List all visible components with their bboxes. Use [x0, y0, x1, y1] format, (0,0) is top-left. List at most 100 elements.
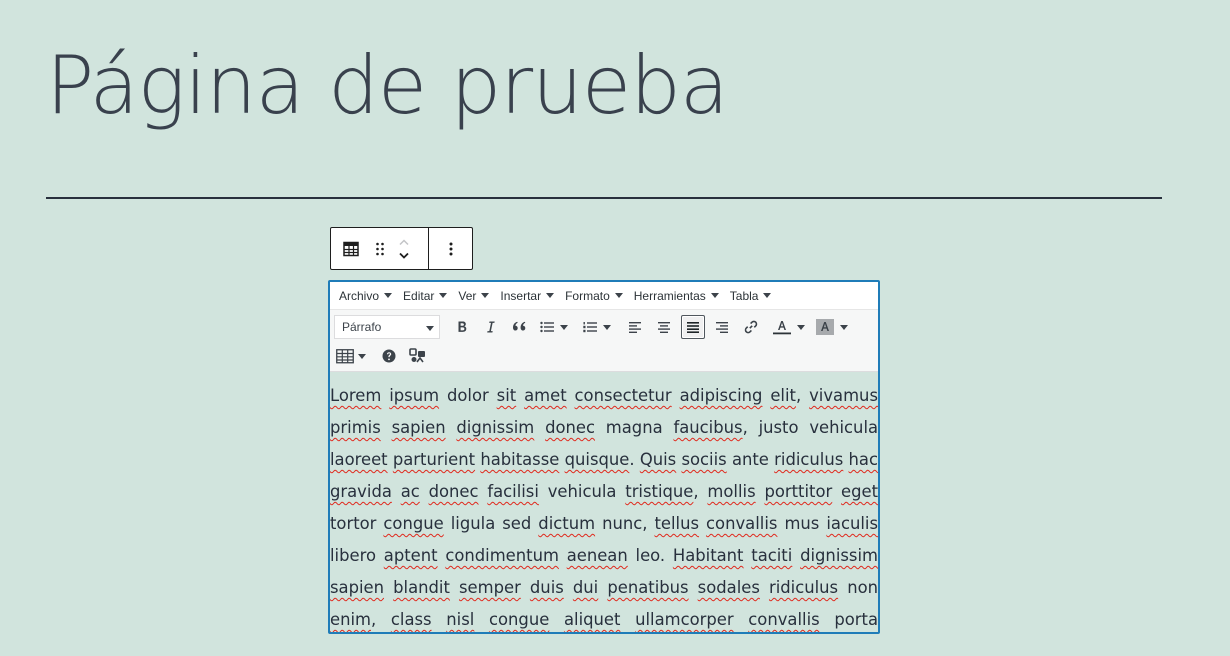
align-justify-button[interactable]	[681, 315, 705, 339]
toolbar-row-1: Párrafo	[334, 314, 854, 340]
caret-down-icon	[614, 293, 623, 298]
misspelled-word: Lorem	[330, 386, 382, 405]
misspelled-word: tristique	[625, 482, 694, 501]
misspelled-word: enim	[330, 610, 371, 629]
misspelled-word: iaculis	[826, 514, 879, 533]
misspelled-word: convallis	[706, 514, 778, 533]
misspelled-word: semper	[458, 578, 521, 597]
caret-down-icon	[763, 293, 772, 298]
misspelled-word: congue	[383, 514, 444, 533]
misspelled-word: ac	[400, 482, 420, 501]
misspelled-word: sapien	[391, 418, 446, 437]
misspelled-word: faucibus	[673, 418, 743, 437]
bold-icon	[458, 321, 467, 332]
move-up-button[interactable]	[398, 235, 410, 249]
misspelled-word: sit	[496, 386, 517, 405]
misspelled-word: aliquet	[563, 610, 621, 629]
link-icon	[744, 320, 758, 334]
drag-handle-icon	[376, 242, 384, 255]
misspelled-word: adipiscing	[679, 386, 763, 405]
bullet-list-button[interactable]	[537, 315, 571, 339]
misspelled-word: Habitant	[672, 546, 744, 565]
format-select-value: Párrafo	[342, 320, 382, 334]
align-center-button[interactable]	[652, 315, 676, 339]
menu-editar[interactable]: Editar	[398, 282, 453, 309]
blockquote-icon	[513, 321, 526, 331]
misspelled-word: porttitor	[764, 482, 833, 501]
misspelled-word: ullamcorper	[635, 610, 734, 629]
table-icon	[343, 241, 359, 256]
background-color-button[interactable]	[815, 315, 849, 339]
menu-insertar[interactable]: Insertar	[495, 282, 560, 309]
menu-ver[interactable]: Ver	[453, 282, 495, 309]
menu-label: Ver	[458, 288, 477, 303]
menu-tabla[interactable]: Tabla	[725, 282, 778, 309]
align-right-icon	[716, 322, 728, 333]
caret-down-icon	[710, 293, 719, 298]
misspelled-word: gravida	[330, 482, 392, 501]
link-button[interactable]	[739, 315, 763, 339]
blockquote-button[interactable]	[508, 315, 532, 339]
misspelled-word: tellus	[654, 514, 700, 533]
align-justify-icon	[687, 322, 699, 333]
menu-label: Editar	[403, 288, 435, 303]
misspelled-word: laoreet	[330, 450, 388, 469]
misspelled-word: dignissim	[800, 546, 878, 565]
caret-down-icon	[603, 324, 611, 330]
misspelled-word: blandit	[393, 578, 450, 597]
help-icon	[382, 349, 396, 363]
misspelled-word: convallis	[748, 610, 820, 629]
misspelled-word: consectetur	[574, 386, 672, 405]
misspelled-word: aenean	[566, 546, 628, 565]
misspelled-word: condimentum	[445, 546, 559, 565]
toolbar-row-2	[334, 343, 435, 369]
misspelled-word: nisl	[446, 610, 475, 629]
text-color-button[interactable]	[772, 315, 806, 339]
help-button[interactable]	[377, 344, 401, 368]
misspelled-word: dui	[572, 578, 599, 597]
misspelled-word: ridiculus	[774, 450, 844, 469]
misspelled-word: primis	[330, 418, 381, 437]
misspelled-word: hac	[848, 450, 878, 469]
insert-table-button[interactable]	[334, 344, 368, 368]
misspelled-word: penatibus	[607, 578, 689, 597]
shortcuts-button[interactable]	[406, 344, 430, 368]
more-options-button[interactable]	[439, 228, 463, 269]
menu-herramientas[interactable]: Herramientas	[629, 282, 725, 309]
move-down-button[interactable]	[398, 249, 410, 263]
misspelled-word: vivamus	[809, 386, 878, 405]
misspelled-word: elit	[770, 386, 796, 405]
misspelled-word: ridiculus	[768, 578, 839, 597]
block-type-table-button[interactable]	[333, 228, 369, 269]
caret-down-icon	[439, 293, 448, 298]
bullet-list-icon	[540, 321, 554, 333]
misspelled-word: ipsum	[389, 386, 440, 405]
italic-button[interactable]	[479, 315, 503, 339]
menu-label: Archivo	[339, 288, 380, 303]
align-left-button[interactable]	[623, 315, 647, 339]
format-select[interactable]: Párrafo	[334, 315, 440, 339]
editor-content-area[interactable]: Lorem ipsum dolor sit amet consectetur a…	[330, 380, 879, 632]
block-toolbar-group-main	[331, 228, 429, 269]
more-vertical-icon	[449, 242, 452, 255]
block-movers	[391, 228, 417, 269]
numbered-list-button[interactable]	[580, 315, 614, 339]
menu-archivo[interactable]: Archivo	[334, 282, 398, 309]
classic-editor: Archivo Editar Ver Insertar Formato Herr…	[328, 280, 880, 634]
page-title[interactable]: Página de prueba	[46, 36, 729, 136]
misspelled-word: duis	[529, 578, 564, 597]
align-left-icon	[629, 322, 641, 333]
align-right-button[interactable]	[710, 315, 734, 339]
menu-formato[interactable]: Formato	[560, 282, 629, 309]
menu-label: Herramientas	[633, 288, 706, 303]
misspelled-word: dictum	[538, 514, 596, 533]
drag-handle-button[interactable]	[369, 228, 391, 269]
bold-button[interactable]	[450, 315, 474, 339]
misspelled-word: mollis	[707, 482, 756, 501]
misspelled-word: quisque	[564, 450, 630, 469]
table-icon	[336, 349, 354, 364]
misspelled-word: donec	[428, 482, 479, 501]
misspelled-word: parturient	[392, 450, 476, 469]
caret-down-icon	[797, 324, 805, 330]
numbered-list-icon	[583, 322, 597, 333]
